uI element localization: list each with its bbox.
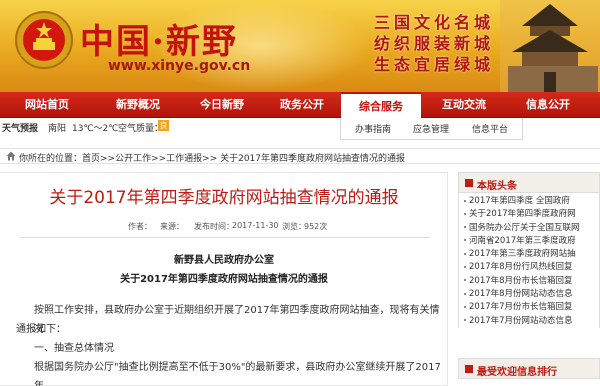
list-item[interactable]: 河南省2017年第三季度政府 <box>459 235 599 248</box>
bullet-icon <box>464 239 466 242</box>
nav-item-home[interactable]: 网站首页 <box>12 92 82 118</box>
home-icon[interactable] <box>6 151 16 161</box>
article-title: 关于2017年第四季度政府网站抽查情况的通报 <box>49 188 399 208</box>
article-paragraph-2: 根据国务院办公厅"抽查比例提高至不低于30%"的最新要求，县政府办公室继续开展了… <box>34 362 441 386</box>
sidebar-section-headlines: 本版头条 <box>458 172 600 193</box>
nav-item-interaction[interactable]: 互动交流 <box>424 92 504 118</box>
list-item[interactable]: 2017年8月份市长信箱回复 <box>459 275 599 288</box>
article-section-heading: 一、抽查总体情况 <box>34 343 114 354</box>
list-item-label[interactable]: 河南省2017年第三季度政府 <box>469 236 576 246</box>
list-item-label[interactable]: 2017年8月份行风热线回复 <box>469 262 573 272</box>
list-item[interactable]: 2017年7月份网站动态信息 <box>459 315 599 328</box>
bullet-icon <box>464 199 466 202</box>
bullet-icon <box>464 305 466 308</box>
slogan-1: 三国文化名城 <box>374 13 495 32</box>
list-item[interactable]: 2017年8月份网站动态信息 <box>459 288 599 301</box>
bullet-icon <box>464 252 466 255</box>
submenu-platform[interactable]: 信息平台 <box>472 122 508 135</box>
slogan-group: 三国文化名城 纺织服装新城 生态宜居绿城 <box>374 12 494 75</box>
article-subtitle: 关于2017年第四季度政府网站抽查情况的通报 <box>120 274 328 285</box>
list-item[interactable]: 关于2017年第四季度政府网 <box>459 208 599 221</box>
national-emblem-icon <box>15 11 73 69</box>
list-item[interactable]: 国务院办公厅关于全国互联网 <box>459 222 599 235</box>
nav-item-government[interactable]: 政务公开 <box>264 92 340 118</box>
bullet-icon <box>464 319 466 322</box>
submenu-emergency[interactable]: 应急管理 <box>413 122 449 135</box>
meta-views-label: 浏览： <box>282 222 306 231</box>
bullet-icon <box>464 279 466 282</box>
nav-item-info[interactable]: 信息公开 <box>508 92 588 118</box>
meta-divider <box>20 237 430 238</box>
pagoda-image <box>500 0 600 92</box>
article-panel: 关于2017年第四季度政府网站抽查情况的通报 作者： 来源： 发布时间： 201… <box>0 172 448 386</box>
list-item-label[interactable]: 2017年第三季度政府网站抽 <box>469 249 576 259</box>
main-nav: 网站首页 新野概况 今日新野 政务公开 综合服务 互动交流 信息公开 <box>0 92 600 118</box>
meta-author-label: 作者： <box>128 222 152 231</box>
list-item-label[interactable]: 国务院办公厅关于全国互联网 <box>469 223 580 233</box>
list-item-label[interactable]: 2017年8月份网站动态信息 <box>469 289 573 299</box>
sidebar: 本版头条 2017年第四季度 全国政府 关于2017年第四季度政府网 国务院办公… <box>458 172 600 379</box>
section-marker-icon <box>465 365 473 373</box>
weather-temp: 13℃～2℃ <box>72 124 119 134</box>
list-item[interactable]: 2017年第四季度 全国政府 <box>459 195 599 208</box>
weather-label: 天气预报 <box>2 124 39 134</box>
section-marker-icon <box>465 179 473 187</box>
breadcrumb-text[interactable]: 你所在的位置：首页>>公开工作>>工作通报>> 关于2017年第四季度政府网站抽… <box>19 151 405 164</box>
services-submenu: 办事指南 应急管理 信息平台 <box>340 118 523 140</box>
meta-source-label: 来源： <box>160 222 184 231</box>
site-url: www.xinye.gov.cn <box>108 58 251 74</box>
sidebar-section-popular: 最受欢迎信息排行 <box>458 358 600 379</box>
weather-city: 南阳 <box>48 124 67 134</box>
site-banner: 中国·新野 www.xinye.gov.cn 三国文化名城 纺织服装新城 生态宜… <box>0 0 600 92</box>
bullet-icon <box>464 212 466 215</box>
sidebar-popular-title: 最受欢迎信息排行 <box>477 367 557 378</box>
nav-item-services[interactable]: 综合服务 <box>341 92 421 118</box>
list-item-label[interactable]: 关于2017年第四季度政府网 <box>469 209 576 219</box>
article-paragraph-1: 按照工作安排，县政府办公室于近期组织开展了2017年第四季度政府网站抽查，现将有… <box>34 305 440 335</box>
meta-date-label: 发布时间： <box>194 222 234 231</box>
weather-bar: 天气预报 南阳 13℃～2℃ 空气质量： 良 <box>0 118 340 136</box>
article-org: 新野县人民政府办公室 <box>174 255 274 266</box>
list-item[interactable]: 2017年第三季度政府网站抽 <box>459 248 599 261</box>
nav-item-today[interactable]: 今日新野 <box>182 92 262 118</box>
air-quality-label: 空气质量： <box>118 124 164 134</box>
bullet-icon <box>464 226 466 229</box>
list-item[interactable]: 2017年8月份行风热线回复 <box>459 261 599 274</box>
article-paragraph-1-cont: 通报如下： <box>16 324 66 335</box>
nav-item-overview[interactable]: 新野概况 <box>98 92 178 118</box>
bullet-icon <box>464 265 466 268</box>
list-item-label[interactable]: 2017年7月份网站动态信息 <box>469 316 573 326</box>
bullet-icon <box>464 292 466 295</box>
list-item-label[interactable]: 2017年第四季度 全国政府 <box>469 196 570 206</box>
sidebar-headlines-title: 本版头条 <box>477 181 517 192</box>
breadcrumb: 你所在的位置：首页>>公开工作>>工作通报>> 关于2017年第四季度政府网站抽… <box>0 148 600 164</box>
submenu-guide[interactable]: 办事指南 <box>355 122 391 135</box>
article-meta: 作者： 来源： 发布时间： 2017-11-30 浏览： 952次 <box>0 221 448 233</box>
list-item[interactable]: 2017年7月份市长信箱回复 <box>459 301 599 314</box>
slogan-2: 纺织服装新城 <box>374 34 495 53</box>
site-name[interactable]: 中国·新野 <box>80 14 238 63</box>
list-item-label[interactable]: 2017年8月份市长信箱回复 <box>469 276 573 286</box>
slogan-3: 生态宜居绿城 <box>374 55 495 74</box>
sidebar-headline-list: 2017年第四季度 全国政府 关于2017年第四季度政府网 国务院办公厅关于全国… <box>458 193 600 328</box>
air-quality-badge: 良 <box>158 120 169 131</box>
meta-views: 952次 <box>304 222 328 231</box>
meta-date: 2017-11-30 <box>232 221 279 230</box>
list-item-label[interactable]: 2017年7月份市长信箱回复 <box>469 302 573 312</box>
